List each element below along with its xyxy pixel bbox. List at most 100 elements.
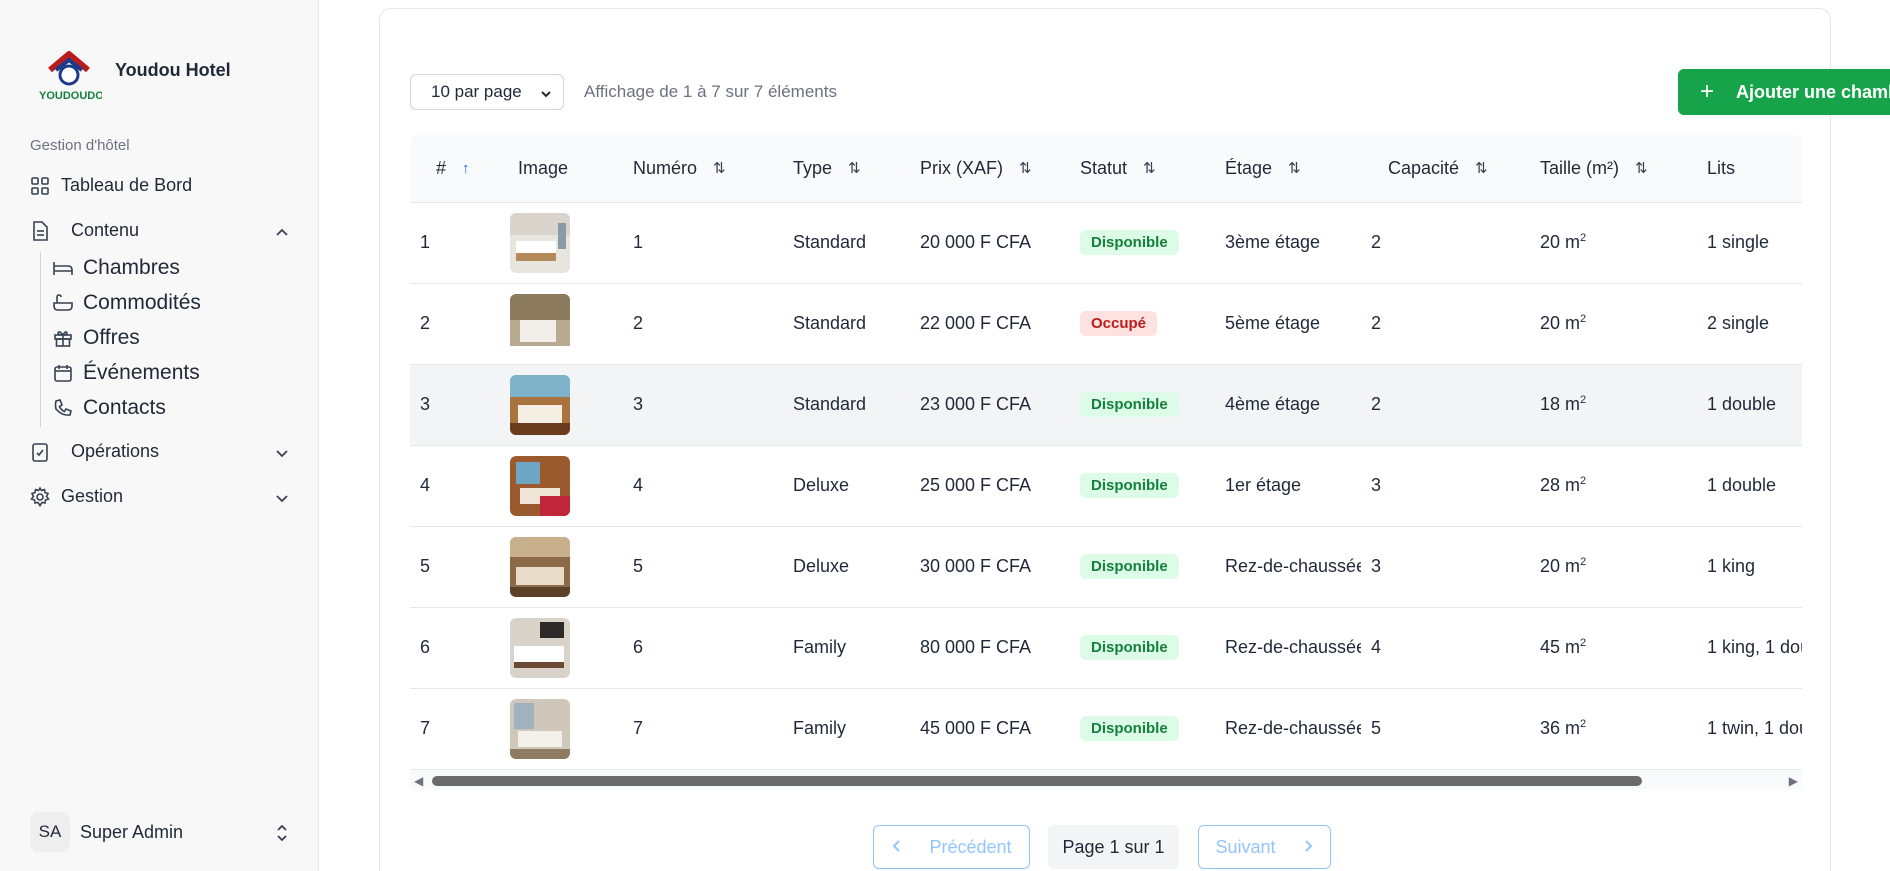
previous-page-button[interactable]: Précédent <box>873 825 1030 869</box>
table-row[interactable]: 6 6 Family 80 000 F CFA Disponible Rez-d… <box>410 607 1802 689</box>
cell-size: 45 m2 <box>1517 607 1685 689</box>
nav-operations[interactable]: Opérations <box>30 441 290 462</box>
cell-image[interactable] <box>510 202 618 284</box>
section-label: Gestion d'hôtel <box>30 137 130 154</box>
cell-image[interactable] <box>510 445 618 527</box>
cell-floor: Rez-de-chaussée <box>1201 688 1361 770</box>
table-row[interactable]: 3 3 Standard 23 000 F CFA Disponible 4èm… <box>410 364 1802 446</box>
room-thumbnail[interactable] <box>510 293 570 354</box>
user-menu[interactable]: SA Super Admin <box>30 812 290 852</box>
subnav-item-contacts[interactable]: Contacts <box>53 396 166 420</box>
next-label: Suivant <box>1215 836 1276 857</box>
sort-icon[interactable]: ⇅ <box>1288 159 1301 177</box>
cell-image[interactable] <box>510 607 618 689</box>
nav-dashboard[interactable]: Tableau de Bord <box>30 175 192 196</box>
brand-name: Youdou Hotel <box>115 60 231 80</box>
room-thumbnail[interactable] <box>510 698 570 759</box>
nav-management[interactable]: Gestion <box>30 486 290 507</box>
status-badge: Disponible <box>1080 554 1179 579</box>
scroll-left-icon[interactable]: ◀ <box>414 774 423 788</box>
cell-numero: 7 <box>618 688 770 770</box>
chevron-down-icon[interactable] <box>274 445 290 461</box>
cell-capacity: 2 <box>1361 202 1517 284</box>
cell-status: Disponible <box>1065 688 1201 770</box>
sort-asc-icon[interactable]: ↑ <box>462 160 470 177</box>
cell-image[interactable] <box>510 364 618 446</box>
sort-icon[interactable]: ⇅ <box>1143 159 1156 177</box>
column-header-status[interactable]: Statut ⇅ <box>1065 135 1201 203</box>
chevron-updown-icon[interactable] <box>274 824 290 847</box>
cell-numero: 6 <box>618 607 770 689</box>
status-badge: Disponible <box>1080 635 1179 660</box>
column-header-capacity[interactable]: Capacité ⇅ <box>1361 135 1517 203</box>
cell-beds: 1 king <box>1685 526 1802 608</box>
horizontal-scrollbar[interactable]: ◀ ▶ <box>410 771 1802 789</box>
svg-text:YOUDOUDOU: YOUDOUDOU <box>39 90 102 102</box>
cell-floor: 5ème étage <box>1201 283 1361 365</box>
cell-capacity: 5 <box>1361 688 1517 770</box>
table-row[interactable]: 1 1 Standard 20 000 F CFA Disponible 3èm… <box>410 202 1802 284</box>
rooms-table-container[interactable]: # ↑ Image Numéro ⇅ Type ⇅ Prix (XAF) ⇅ Statu… <box>410 135 1802 775</box>
subnav-item-commodites[interactable]: Commodités <box>53 291 201 315</box>
status-badge: Disponible <box>1080 716 1179 741</box>
cell-image[interactable] <box>510 688 618 770</box>
subnav-label: Événements <box>83 361 200 384</box>
nav-management-label: Gestion <box>61 486 124 506</box>
cell-numero: 4 <box>618 445 770 527</box>
cell-image[interactable] <box>510 283 618 365</box>
sort-icon[interactable]: ⇅ <box>848 159 861 177</box>
column-header-floor[interactable]: Étage ⇅ <box>1201 135 1361 203</box>
room-thumbnail[interactable] <box>510 455 570 516</box>
cell-image[interactable] <box>510 526 618 608</box>
cell-type: Standard <box>770 283 895 365</box>
cell-type: Standard <box>770 202 895 284</box>
cell-size: 20 m2 <box>1517 526 1685 608</box>
table-row[interactable]: 5 5 Deluxe 30 000 F CFA Disponible Rez-d… <box>410 526 1802 608</box>
sort-icon[interactable]: ⇅ <box>1635 159 1648 177</box>
chevron-down-icon[interactable] <box>274 490 290 506</box>
nav-content[interactable]: Contenu <box>30 220 290 241</box>
sort-icon[interactable]: ⇅ <box>713 159 726 177</box>
cell-floor: 4ème étage <box>1201 364 1361 446</box>
cell-size: 18 m2 <box>1517 364 1685 446</box>
phone-icon <box>53 398 73 418</box>
chevron-right-icon <box>1302 837 1314 858</box>
table-row[interactable]: 7 7 Family 45 000 F CFA Disponible Rez-d… <box>410 688 1802 770</box>
cell-status: Occupé <box>1065 283 1201 365</box>
sort-icon[interactable]: ⇅ <box>1475 159 1488 177</box>
subnav-item-evenements[interactable]: Événements <box>53 361 200 385</box>
cell-numero: 5 <box>618 526 770 608</box>
room-thumbnail[interactable] <box>510 374 570 435</box>
cell-status: Disponible <box>1065 526 1201 608</box>
subnav-item-chambres[interactable]: Chambres <box>53 256 180 280</box>
column-header-num[interactable]: # ↑ <box>410 135 510 203</box>
column-header-price[interactable]: Prix (XAF) ⇅ <box>895 135 1065 203</box>
scroll-right-icon[interactable]: ▶ <box>1789 774 1798 788</box>
add-room-button[interactable]: + Ajouter une chambre <box>1678 69 1890 115</box>
column-header-numero[interactable]: Numéro ⇅ <box>618 135 770 203</box>
column-header-image: Image <box>510 135 618 203</box>
subnav-item-offres[interactable]: Offres <box>53 326 140 350</box>
hotel-logo: YOUDOUDOU <box>36 48 112 102</box>
main-content: 10 par page Affichage de 1 à 7 sur 7 élé… <box>319 0 1890 871</box>
gift-icon <box>53 328 73 348</box>
next-page-button[interactable]: Suivant <box>1198 825 1331 869</box>
per-page-select[interactable]: 10 par page <box>410 74 564 110</box>
cell-status: Disponible <box>1065 202 1201 284</box>
room-thumbnail[interactable] <box>510 617 570 678</box>
cell-price: 23 000 F CFA <box>895 364 1065 446</box>
scrollbar-thumb[interactable] <box>432 776 1642 786</box>
table-row[interactable]: 4 4 Deluxe 25 000 F CFA Disponible 1er é… <box>410 445 1802 527</box>
sort-icon[interactable]: ⇅ <box>1019 159 1032 177</box>
table-row[interactable]: 2 2 Standard 22 000 F CFA Occupé 5ème ét… <box>410 283 1802 365</box>
avatar: SA <box>30 812 70 852</box>
cell-size: 36 m2 <box>1517 688 1685 770</box>
column-header-size[interactable]: Taille (m²) ⇅ <box>1517 135 1685 203</box>
chevron-up-icon[interactable] <box>274 224 290 240</box>
column-header-type[interactable]: Type ⇅ <box>770 135 895 203</box>
room-thumbnail[interactable] <box>510 536 570 597</box>
cell-id: 3 <box>410 364 510 446</box>
brand[interactable]: YOUDOUDOU Youdou Hotel <box>36 48 231 102</box>
room-thumbnail[interactable] <box>510 212 570 273</box>
cell-floor: Rez-de-chaussée <box>1201 526 1361 608</box>
